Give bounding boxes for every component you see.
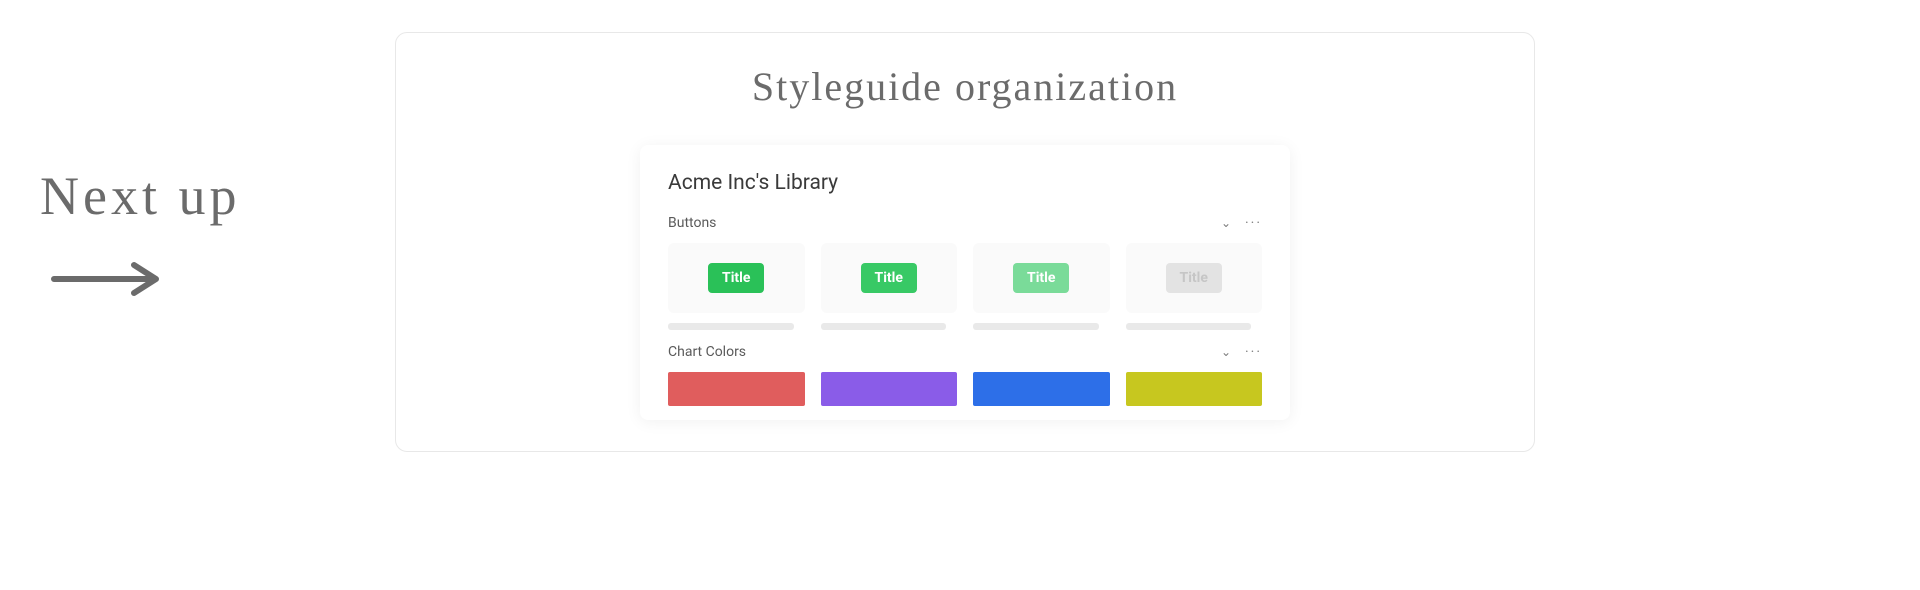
section-controls: ⌄ ··· bbox=[1221, 345, 1262, 359]
thumb-caption bbox=[821, 323, 947, 330]
swatch-row bbox=[668, 372, 1262, 406]
library-title: Acme Inc's Library bbox=[668, 171, 1262, 195]
thumb-caption bbox=[1126, 323, 1252, 330]
section-chart-colors: Chart Colors ⌄ ··· bbox=[668, 344, 1262, 406]
thumb-preview: Title bbox=[973, 243, 1110, 313]
section-buttons: Buttons ⌄ ··· Title Title bbox=[668, 215, 1262, 330]
next-up-annotation: Next up bbox=[40, 165, 240, 305]
color-swatch-blue[interactable] bbox=[973, 372, 1110, 406]
section-controls: ⌄ ··· bbox=[1221, 216, 1262, 230]
thumb-preview: Title bbox=[668, 243, 805, 313]
card-title: Styleguide organization bbox=[752, 63, 1178, 110]
more-icon[interactable]: ··· bbox=[1245, 345, 1262, 359]
color-swatch-purple[interactable] bbox=[821, 372, 958, 406]
arrow-right-icon bbox=[48, 257, 240, 305]
button-thumb[interactable]: Title bbox=[1126, 243, 1263, 330]
styleguide-card: Styleguide organization Acme Inc's Libra… bbox=[395, 32, 1535, 452]
thumb-caption bbox=[668, 323, 794, 330]
thumb-preview: Title bbox=[1126, 243, 1263, 313]
next-up-label: Next up bbox=[40, 165, 240, 227]
more-icon[interactable]: ··· bbox=[1245, 216, 1262, 230]
chevron-down-icon[interactable]: ⌄ bbox=[1221, 216, 1231, 230]
section-header: Buttons ⌄ ··· bbox=[668, 215, 1262, 231]
thumb-preview: Title bbox=[821, 243, 958, 313]
chevron-down-icon[interactable]: ⌄ bbox=[1221, 345, 1231, 359]
button-thumb[interactable]: Title bbox=[668, 243, 805, 330]
sample-button-light: Title bbox=[1013, 263, 1069, 293]
sample-button-disabled: Title bbox=[1166, 263, 1222, 293]
library-panel: Acme Inc's Library Buttons ⌄ ··· Title bbox=[640, 145, 1290, 420]
sample-button-primary: Title bbox=[708, 263, 764, 293]
section-header: Chart Colors ⌄ ··· bbox=[668, 344, 1262, 360]
color-swatch-red[interactable] bbox=[668, 372, 805, 406]
section-name: Chart Colors bbox=[668, 344, 746, 360]
thumb-caption bbox=[973, 323, 1099, 330]
button-thumb[interactable]: Title bbox=[821, 243, 958, 330]
color-swatch-olive[interactable] bbox=[1126, 372, 1263, 406]
sample-button-hover: Title bbox=[861, 263, 917, 293]
buttons-row: Title Title Title bbox=[668, 243, 1262, 330]
section-name: Buttons bbox=[668, 215, 716, 231]
button-thumb[interactable]: Title bbox=[973, 243, 1110, 330]
